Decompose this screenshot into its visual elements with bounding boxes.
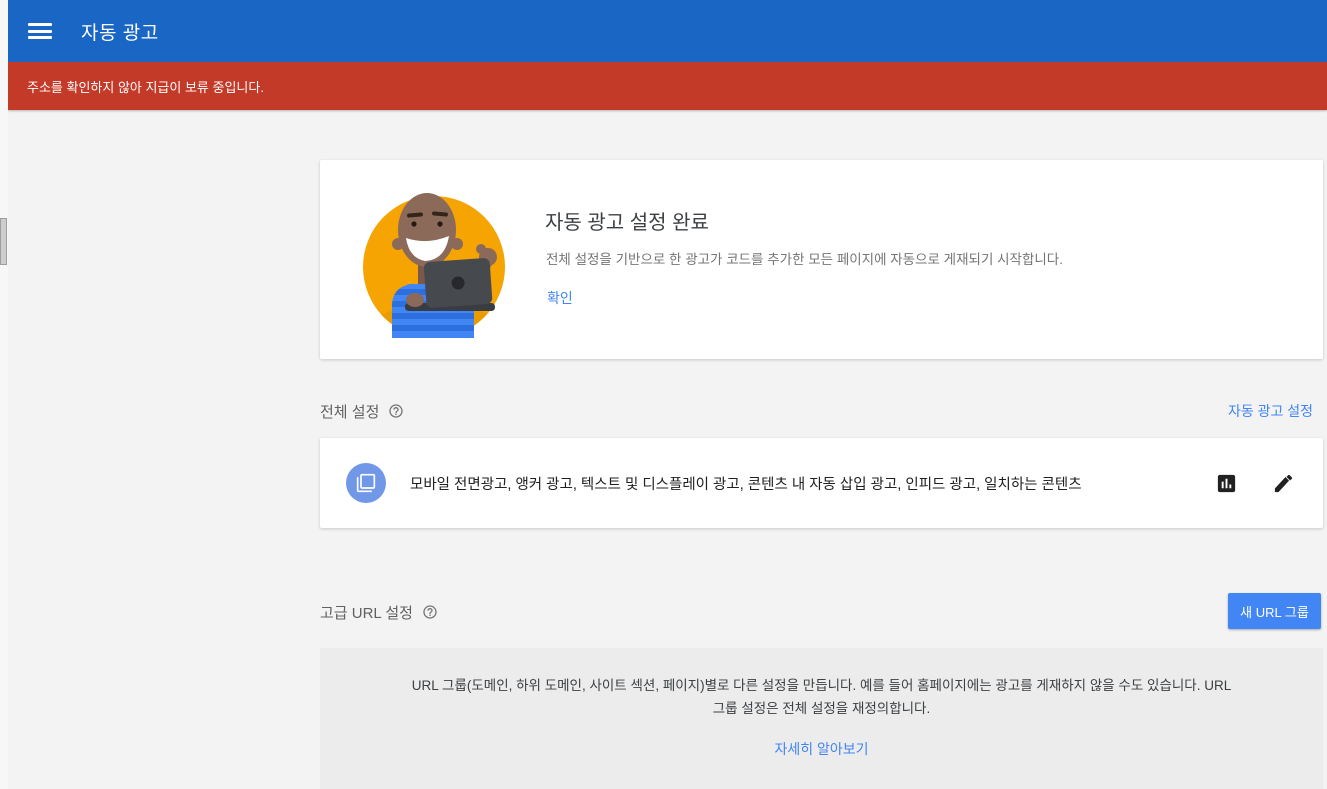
- ad-formats-list: 모바일 전면광고, 앵커 광고, 텍스트 및 디스플레이 광고, 콘텐츠 내 자…: [410, 476, 1082, 493]
- completion-description: 전체 설정을 기반으로 한 광고가 코드를 추가한 모든 페이지에 자동으로 게…: [546, 252, 1063, 267]
- completion-title: 자동 광고 설정 완료: [545, 212, 709, 234]
- bar-chart-icon[interactable]: [1214, 471, 1238, 495]
- url-groups-description: URL 그룹(도메인, 하위 도메인, 사이트 섹션, 페이지)별로 다른 설정…: [411, 678, 1232, 716]
- confirm-link[interactable]: 확인: [547, 288, 573, 308]
- auto-ads-page: 자동 광고 주소를 확인하지 않아 지급이 보류 중입니다. 자동 광고 설정 …: [0, 0, 1327, 789]
- app-header: 자동 광고: [8, 0, 1327, 62]
- scrollbar-thumb[interactable]: [0, 218, 7, 265]
- layered-pages-icon: [346, 463, 386, 503]
- person-with-laptop-illustration: [363, 193, 505, 338]
- menu-icon[interactable]: [28, 22, 52, 40]
- new-url-group-button[interactable]: 새 URL 그룹: [1228, 593, 1321, 629]
- payment-hold-alert: 주소를 확인하지 않아 지급이 보류 중입니다.: [8, 62, 1327, 110]
- advanced-url-settings-label: 고급 URL 설정: [320, 604, 413, 622]
- pencil-icon[interactable]: [1271, 471, 1295, 495]
- ad-formats-card: 모바일 전면광고, 앵커 광고, 텍스트 및 디스플레이 광고, 콘텐츠 내 자…: [320, 438, 1323, 528]
- vertical-scrollbar[interactable]: [0, 0, 8, 789]
- help-circle-icon[interactable]: [388, 403, 404, 419]
- completion-card: 자동 광고 설정 완료 전체 설정을 기반으로 한 광고가 코드를 추가한 모든…: [320, 160, 1323, 359]
- help-circle-icon[interactable]: [422, 604, 438, 620]
- global-settings-row: 전체 설정 자동 광고 설정: [320, 398, 1322, 424]
- auto-ads-settings-link[interactable]: 자동 광고 설정: [1228, 401, 1313, 421]
- learn-more-link[interactable]: 자세히 알아보기: [774, 739, 868, 759]
- page-title: 자동 광고: [81, 22, 159, 44]
- alert-message: 주소를 확인하지 않아 지급이 보류 중입니다.: [27, 79, 264, 95]
- url-groups-panel: URL 그룹(도메인, 하위 도메인, 사이트 섹션, 페이지)별로 다른 설정…: [320, 648, 1323, 789]
- global-settings-label: 전체 설정: [320, 403, 380, 421]
- advanced-url-settings-row: 고급 URL 설정: [320, 595, 1322, 629]
